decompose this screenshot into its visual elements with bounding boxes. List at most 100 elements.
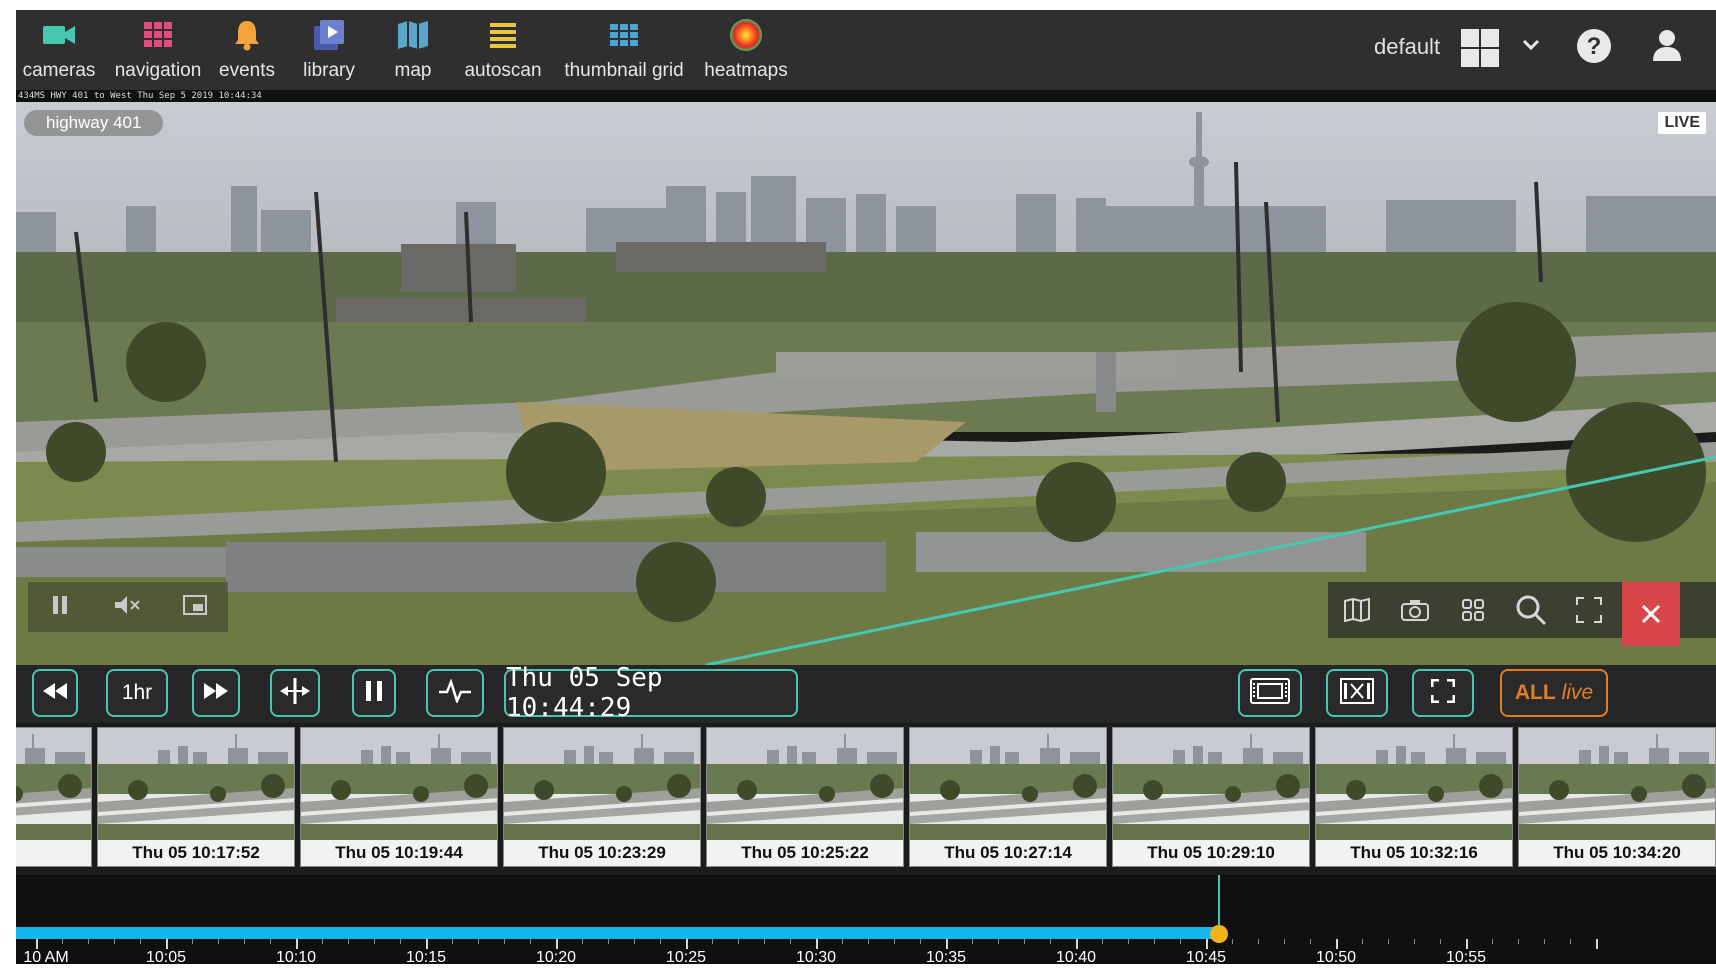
- thumbnail-timestamp: 5:59: [16, 840, 91, 866]
- rewind-button[interactable]: [32, 669, 78, 717]
- timeline-tick: [660, 939, 661, 944]
- timeline-label: 10:30: [795, 949, 837, 964]
- timeline-tick: [998, 939, 999, 944]
- timeline-label: 10:45: [1185, 949, 1227, 964]
- timeline-tick: [1128, 939, 1129, 944]
- timeline-label: 10:50: [1315, 949, 1357, 964]
- center-playhead-icon: [278, 676, 312, 711]
- nav-thumbnail-grid[interactable]: thumbnail grid: [559, 16, 689, 86]
- timeline-tick: [88, 939, 89, 944]
- bell-icon: [233, 16, 261, 54]
- timeline-tick: [1492, 939, 1493, 944]
- timeline-tick: [1440, 939, 1441, 944]
- timeline-tick: [36, 939, 38, 949]
- pause-icon[interactable]: [49, 594, 71, 621]
- current-time: Thu 05 Sep 10:44:29: [506, 663, 663, 723]
- timeline-tick: [946, 939, 948, 949]
- thumbnail-item[interactable]: Thu 05 10:32:16: [1315, 727, 1513, 867]
- thumbnail-item[interactable]: 5:59: [16, 727, 92, 867]
- pause-button[interactable]: [352, 669, 396, 717]
- layout-grid-icon[interactable]: [1460, 28, 1500, 73]
- snapshot-camera-icon[interactable]: [1386, 582, 1444, 638]
- nav-map[interactable]: map: [388, 16, 438, 86]
- svg-text:?: ?: [1587, 33, 1602, 60]
- thumbnail-timestamp: Thu 05 10:25:22: [707, 840, 903, 866]
- help-icon[interactable]: ?: [1576, 28, 1612, 69]
- thumbnail-image: [504, 728, 700, 842]
- thumbnail-timestamp: Thu 05 10:23:29: [504, 840, 700, 866]
- nav-cameras[interactable]: cameras: [23, 16, 95, 86]
- timeline-tick: [1336, 939, 1338, 949]
- timeline-tick: [1388, 939, 1389, 944]
- thumbnail-item[interactable]: Thu 05 10:19:44: [300, 727, 498, 867]
- thumbnail-item[interactable]: Thu 05 10:23:29: [503, 727, 701, 867]
- filmstrip-button[interactable]: [1238, 669, 1302, 717]
- fullscreen-button[interactable]: [1412, 669, 1474, 717]
- timeline-tick: [1570, 939, 1571, 944]
- picture-in-picture-icon[interactable]: [183, 594, 207, 620]
- mute-icon[interactable]: [113, 594, 141, 621]
- timeline-label: 10 AM: [23, 949, 69, 964]
- rewind-icon: [41, 681, 69, 706]
- list-icon: [489, 16, 517, 54]
- nav-autoscan[interactable]: autoscan: [458, 16, 548, 86]
- timeline-tick: [530, 939, 531, 944]
- timeline-tick: [348, 939, 349, 944]
- timeline-tick: [452, 939, 453, 944]
- live-badge: LIVE: [1658, 112, 1706, 134]
- playhead-handle[interactable]: [1210, 925, 1228, 943]
- thumbnail-image: [1519, 728, 1715, 842]
- thumbnail-image: [1113, 728, 1309, 842]
- timeline-label: 10:55: [1445, 949, 1487, 964]
- chevron-down-icon[interactable]: [1522, 36, 1540, 59]
- fullscreen-icon: [1430, 678, 1456, 708]
- video-feed[interactable]: highway 401 LIVE: [16, 102, 1716, 665]
- map-icon[interactable]: [1328, 582, 1386, 638]
- activity-button[interactable]: [426, 669, 484, 717]
- all-live-button[interactable]: ALL live: [1500, 669, 1608, 717]
- nav-label: heatmaps: [704, 60, 788, 81]
- thumbnail-item[interactable]: Thu 05 10:34:20: [1518, 727, 1716, 867]
- timeline-tick: [1180, 939, 1181, 944]
- overlay-timestamp: 434MS HWY 401 to West Thu Sep 5 2019 10:…: [16, 90, 1716, 102]
- close-icon[interactable]: [1622, 582, 1680, 646]
- thumbnail-image: [98, 728, 294, 842]
- timeline[interactable]: 10 AM 10:05 10:10 10:15 10:20 10:25 10:30 10:35…: [16, 875, 1716, 964]
- thumbnail-item[interactable]: Thu 05 10:25:22: [706, 727, 904, 867]
- grid-icon[interactable]: [1444, 582, 1502, 638]
- nav-navigation[interactable]: navigation: [108, 16, 208, 86]
- thumbnail-item[interactable]: Thu 05 10:17:52: [97, 727, 295, 867]
- camera-scene: [16, 102, 1716, 665]
- timeline-tick: [218, 939, 219, 944]
- thumbnail-timestamp: Thu 05 10:29:10: [1113, 840, 1309, 866]
- timeline-tick: [608, 939, 609, 944]
- timeline-tick: [686, 939, 688, 949]
- layout-name[interactable]: default: [1374, 34, 1440, 60]
- jump-to-now-button[interactable]: [270, 669, 320, 717]
- thumbnail-timestamp: Thu 05 10:27:14: [910, 840, 1106, 866]
- user-icon[interactable]: [1652, 28, 1682, 67]
- range-button[interactable]: 1hr: [106, 669, 168, 717]
- time-display-field[interactable]: Thu 05 Sep 10:44:29: [504, 663, 798, 723]
- video-right-controls: [1328, 582, 1716, 646]
- timeline-tick: [738, 939, 739, 944]
- clip-export-button[interactable]: [1326, 669, 1388, 717]
- timeline-tick: [166, 939, 168, 949]
- fullscreen-icon[interactable]: [1560, 582, 1618, 638]
- all-label: ALL: [1514, 681, 1556, 704]
- heatmap-icon: [729, 16, 763, 54]
- timeline-tick: [634, 939, 635, 944]
- thumbnail-item[interactable]: Thu 05 10:29:10: [1112, 727, 1310, 867]
- timeline-tick: [842, 939, 843, 944]
- thumbnail-image: [1316, 728, 1512, 842]
- nav-library[interactable]: library: [294, 16, 364, 86]
- timeline-tick: [816, 939, 818, 949]
- nav-heatmaps[interactable]: heatmaps: [696, 16, 796, 86]
- thumbnail-item[interactable]: Thu 05 10:27:14: [909, 727, 1107, 867]
- thumbnail-image: [16, 728, 91, 842]
- nav-events[interactable]: events: [212, 16, 282, 86]
- search-icon[interactable]: [1502, 582, 1560, 638]
- fast-forward-button[interactable]: [192, 669, 240, 717]
- timeline-tick: [296, 939, 298, 949]
- camera-name-label: highway 401: [24, 110, 164, 136]
